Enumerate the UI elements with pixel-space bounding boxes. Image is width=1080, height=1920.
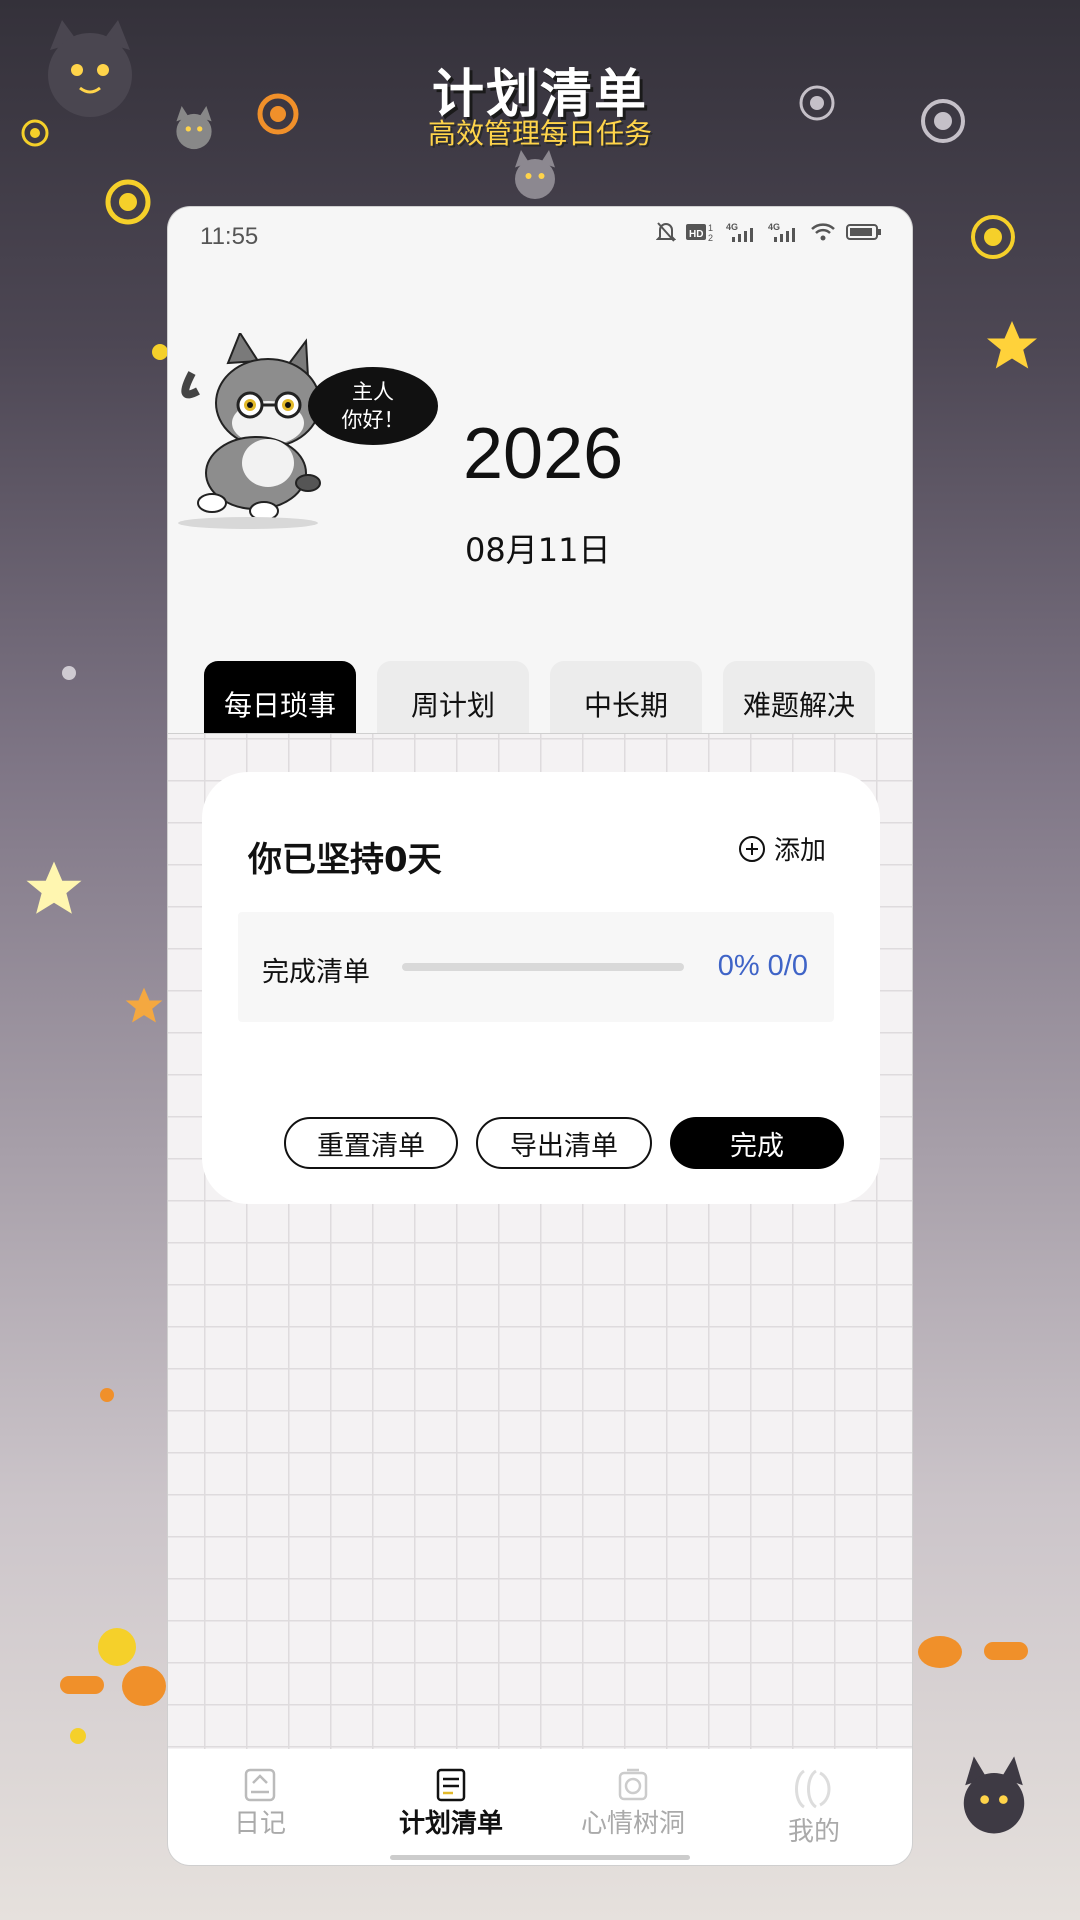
progress-value: 0% 0/0 xyxy=(717,950,808,982)
status-bar: 11:55 HD 1 2 4G 4G xyxy=(168,207,912,263)
checklist-icon xyxy=(436,1768,466,1802)
star-decoration xyxy=(125,987,163,1023)
svg-text:2: 2 xyxy=(708,233,713,243)
dot-decoration xyxy=(70,1728,86,1744)
mood-icon xyxy=(618,1768,648,1801)
hero-subtitle: 高效管理每日任务 xyxy=(427,117,652,150)
status-time: 11:55 xyxy=(200,223,259,250)
cat-face-decoration xyxy=(963,1756,1025,1834)
greeting-line-1: 主人 xyxy=(352,380,394,404)
bell-off-icon xyxy=(655,221,677,248)
greeting-line-2: 你好！ xyxy=(341,408,405,432)
nav-diary-label: 日记 xyxy=(233,1809,286,1839)
phone-screen: 11:55 HD 1 2 4G 4G 主人 你好！ 2026 08月11日 每日… xyxy=(168,207,912,1865)
dot-decoration xyxy=(152,344,168,360)
progress-label: 完成清单 xyxy=(262,957,370,988)
add-button[interactable]: 添加 xyxy=(738,830,826,867)
signal-4g-icon: 4G xyxy=(768,221,800,248)
svg-text:1: 1 xyxy=(708,223,713,233)
nav-profile[interactable]: 我的 xyxy=(754,1767,874,1848)
dot-decoration xyxy=(984,1642,1028,1660)
status-icons: HD 1 2 4G 4G xyxy=(655,221,882,248)
progress-bar xyxy=(402,963,684,971)
checklist-card: 你已坚持0天 添加 完成清单 0% 0/0 重置清单 导出清单 完成 xyxy=(202,772,880,1204)
nav-checklist-label: 计划清单 xyxy=(398,1809,503,1839)
smiley-decoration xyxy=(98,1628,136,1666)
star-decoration xyxy=(26,861,82,914)
greeting-bubble: 主人 你好！ xyxy=(308,367,438,445)
profile-icon xyxy=(795,1769,831,1809)
dot-decoration xyxy=(918,1636,962,1668)
header-section: 主人 你好！ 2026 08月11日 每日琐事 周计划 中长期 难题解决 xyxy=(168,263,912,747)
add-label: 添加 xyxy=(773,836,826,866)
date-display: 08月11日 xyxy=(465,531,611,569)
battery-icon xyxy=(846,222,882,247)
dot-decoration xyxy=(122,1666,166,1706)
export-list-button[interactable]: 导出清单 xyxy=(476,1117,652,1169)
star-decoration xyxy=(987,321,1037,369)
cat-mascot-illustration xyxy=(178,333,321,529)
reset-list-button[interactable]: 重置清单 xyxy=(284,1117,458,1169)
progress-row: 完成清单 0% 0/0 xyxy=(238,912,834,1022)
dot-decoration xyxy=(100,1388,114,1402)
bottom-nav: 日记 计划清单 心情树洞 我的 xyxy=(168,1749,912,1865)
streak-text: 你已坚持0天 xyxy=(248,840,442,880)
svg-text:4G: 4G xyxy=(726,222,738,232)
nav-diary[interactable]: 日记 xyxy=(200,1767,320,1840)
ring-decoration xyxy=(105,179,151,225)
svg-text:HD: HD xyxy=(689,229,703,240)
nav-mood[interactable]: 心情树洞 xyxy=(568,1767,698,1840)
cat-face-decoration xyxy=(515,150,555,199)
dot-decoration xyxy=(60,1676,104,1694)
dot-decoration xyxy=(62,666,76,680)
done-button[interactable]: 完成 xyxy=(670,1117,844,1169)
nav-profile-label: 我的 xyxy=(787,1817,840,1847)
diary-icon xyxy=(244,1768,276,1802)
plus-circle-icon xyxy=(738,835,765,862)
signal-4g-icon: 4G xyxy=(726,221,758,248)
svg-text:4G: 4G xyxy=(768,222,780,232)
wifi-icon xyxy=(810,222,836,247)
year-display: 2026 xyxy=(463,414,624,494)
nav-checklist[interactable]: 计划清单 xyxy=(386,1767,516,1840)
nav-mood-label: 心情树洞 xyxy=(580,1809,685,1839)
hd-icon: HD 1 2 xyxy=(686,221,716,248)
home-indicator xyxy=(390,1855,690,1860)
ring-decoration xyxy=(971,215,1015,259)
